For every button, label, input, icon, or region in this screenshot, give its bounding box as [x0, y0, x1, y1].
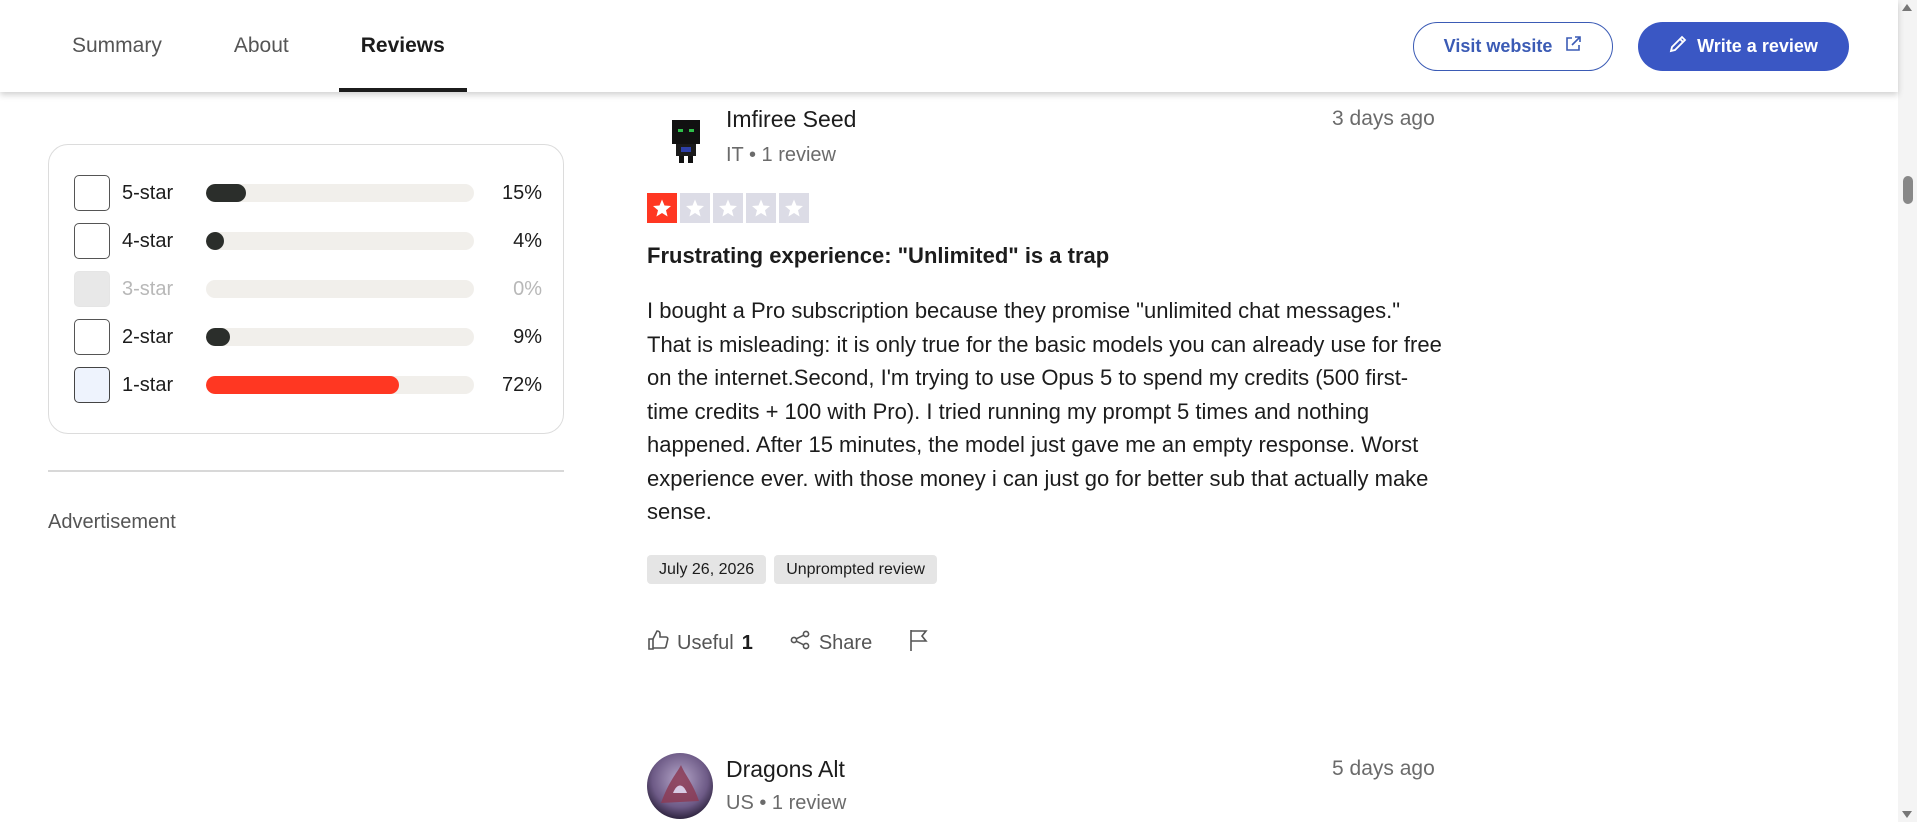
filter-checkbox: [74, 271, 110, 307]
useful-label: Useful: [677, 631, 734, 654]
filter-checkbox[interactable]: [74, 175, 110, 211]
pencil-icon: [1669, 35, 1687, 58]
filter-row-5-star[interactable]: 5-star 15%: [74, 175, 544, 211]
review-date-chip: July 26, 2026: [647, 555, 767, 584]
share-button[interactable]: Share: [789, 629, 872, 657]
tab-about[interactable]: About: [212, 0, 311, 92]
review-date: 3 days ago: [1332, 107, 1435, 130]
scrollbar-thumb[interactable]: [1903, 176, 1913, 204]
filter-bar: [206, 328, 474, 346]
star-rating: [647, 193, 809, 223]
filter-bar-fill: [206, 232, 224, 250]
filter-label: 2-star: [122, 325, 174, 348]
review-date: 5 days ago: [1332, 757, 1435, 780]
star-icon: [647, 193, 677, 223]
review-type-chip[interactable]: Unprompted review: [774, 555, 937, 584]
filter-percent: 72%: [501, 373, 542, 396]
star-icon: [680, 193, 710, 223]
filter-label: 3-star: [122, 277, 174, 300]
rating-filter-card: 5-star 15% 4-star 4% 3-star 0% 2-star 9%…: [48, 144, 564, 434]
reviewer-name[interactable]: Dragons Alt: [726, 756, 845, 783]
star-icon: [746, 193, 776, 223]
filter-row-2-star[interactable]: 2-star 9%: [74, 319, 544, 355]
reviewer-name[interactable]: Imfiree Seed: [726, 106, 856, 133]
filter-row-1-star[interactable]: 1-star 72%: [74, 367, 544, 403]
review-body: I bought a Pro subscription because they…: [647, 298, 1442, 524]
filter-bar: [206, 232, 474, 250]
filter-label: 4-star: [122, 229, 174, 252]
filter-row-4-star[interactable]: 4-star 4%: [74, 223, 544, 259]
report-button[interactable]: [908, 628, 930, 658]
review-chips: July 26, 2026 Unprompted review: [647, 555, 937, 584]
filter-bar-fill: [206, 376, 399, 394]
share-icon: [789, 629, 811, 657]
page-scrollbar[interactable]: [1898, 0, 1917, 822]
thumbs-up-icon: [647, 629, 669, 657]
filter-bar-fill: [206, 184, 247, 202]
review-actions: Useful 1 Share: [647, 628, 966, 658]
scroll-down-arrow-icon[interactable]: [1902, 811, 1912, 818]
reviewer-meta: US • 1 review: [726, 792, 847, 814]
filter-percent: 4%: [513, 229, 542, 252]
filter-checkbox[interactable]: [74, 367, 110, 403]
share-label: Share: [818, 631, 873, 654]
tab-summary[interactable]: Summary: [50, 0, 184, 92]
filter-percent: 15%: [501, 181, 542, 204]
filter-row-3-star: 3-star 0%: [74, 271, 544, 307]
visit-website-label: Visit website: [1443, 36, 1553, 56]
useful-button[interactable]: Useful 1: [647, 629, 753, 657]
useful-count: 1: [741, 631, 753, 654]
filter-bar-fill: [206, 328, 231, 346]
tab-list: Summary About Reviews: [50, 0, 495, 92]
filter-checkbox[interactable]: [74, 223, 110, 259]
reviewer-avatar[interactable]: [668, 118, 704, 164]
filter-percent: 0%: [513, 277, 542, 300]
advertisement-label: Advertisement: [48, 511, 176, 533]
filter-bar: [206, 184, 474, 202]
reviewer-meta: IT • 1 review: [726, 144, 836, 166]
star-icon: [779, 193, 809, 223]
write-review-button[interactable]: Write a review: [1638, 22, 1849, 71]
filter-bar: [206, 280, 474, 298]
filter-bar: [206, 376, 474, 394]
top-navigation-bar: Summary About Reviews Visit website Writ…: [0, 0, 1898, 92]
tab-reviews[interactable]: Reviews: [338, 0, 467, 92]
write-review-label: Write a review: [1697, 36, 1818, 56]
star-icon: [713, 193, 743, 223]
sidebar-divider: [48, 470, 564, 472]
flag-icon: [908, 628, 930, 658]
review-title[interactable]: Frustrating experience: "Unlimited" is a…: [647, 243, 1109, 269]
filter-label: 1-star: [122, 373, 174, 396]
scroll-up-arrow-icon[interactable]: [1902, 4, 1912, 11]
reviewer-avatar[interactable]: [647, 753, 713, 819]
external-link-icon: [1564, 35, 1582, 58]
filter-percent: 9%: [513, 325, 542, 348]
filter-checkbox[interactable]: [74, 319, 110, 355]
visit-website-button[interactable]: Visit website: [1413, 22, 1613, 71]
filter-label: 5-star: [122, 181, 174, 204]
